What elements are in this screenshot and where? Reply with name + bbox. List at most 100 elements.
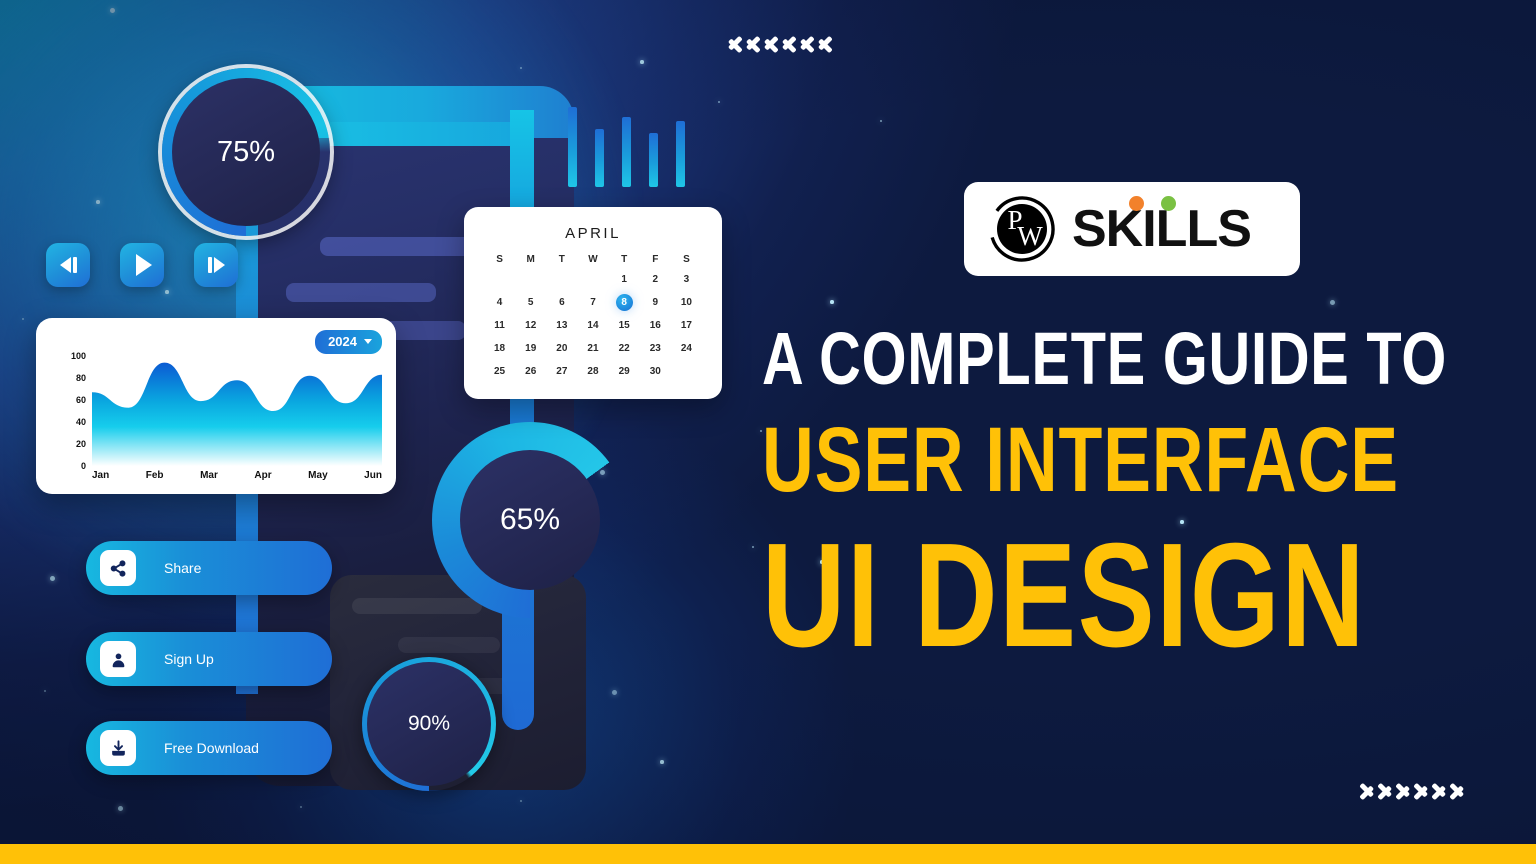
calendar-day-selected[interactable]: 8 [615,294,633,311]
calendar-grid: S M T W T F S 1 2 3 4 5 6 7 8 9 10 11 12 13 14 15 16 17 18 19 20 21… [484,254,702,380]
calendar-dow-label: T [621,254,628,265]
chart-y-tick-label: 0 [80,461,86,471]
chevron-left-decoration [736,27,844,57]
calendar-day[interactable]: 22 [609,340,640,357]
chart-y-tick-label: 80 [75,373,86,383]
calendar-day[interactable]: 14 [577,317,608,334]
calendar-day[interactable]: 1 [609,271,640,288]
accent-dot-orange [1129,196,1144,211]
chart-x-tick-label: Mar [200,470,218,481]
calendar-day[interactable]: 21 [577,340,608,357]
headline-line-3: UI DESIGN [762,513,1367,678]
chart-x-tick-label: May [308,470,328,481]
mini-bar-chart [568,107,685,187]
play-button[interactable] [120,243,164,287]
chevron-left-icon [826,27,848,57]
calendar-dow-label: S [683,254,690,265]
brand-wordmark-text: SKILLS [1072,200,1252,258]
calendar-day[interactable]: 13 [546,317,577,334]
sign-up-button-label: Sign Up [164,651,214,667]
sign-up-button[interactable]: Sign Up [86,632,332,686]
chart-y-tick-label: 60 [75,395,86,405]
calendar-day[interactable]: 23 [640,340,671,357]
calendar-dow-label: M [526,254,535,265]
year-dropdown[interactable]: 2024 [315,330,382,354]
mini-bar [595,129,604,187]
previous-button[interactable] [46,243,90,287]
mini-bar [622,117,631,187]
calendar-day[interactable]: 28 [577,363,608,380]
calendar-day[interactable]: 10 [671,294,702,311]
free-download-button[interactable]: Free Download [86,721,332,775]
pw-monogram-icon: P W [986,193,1058,265]
chart-x-tick-label: Jun [364,470,382,481]
mini-bar [649,133,658,187]
play-icon [133,254,152,276]
calendar-day[interactable]: 25 [484,363,515,380]
area-chart-svg [92,362,382,466]
headline-line-1: A COMPLETE GUIDE TO [762,317,1448,400]
calendar-day[interactable]: 4 [484,294,515,311]
chart-area-series [92,356,382,466]
chart-y-axis: 100 80 60 40 20 0 [56,351,86,471]
user-icon [100,641,136,677]
chart-y-tick-label: 40 [75,417,86,427]
calendar-day[interactable]: 18 [484,340,515,357]
calendar-day[interactable]: 9 [640,294,671,311]
progress-ring-90: 90% [362,657,496,791]
chevron-right-decoration [1356,774,1464,804]
calendar-day[interactable]: 19 [515,340,546,357]
free-download-button-label: Free Download [164,740,259,756]
calendar-day[interactable]: 12 [515,317,546,334]
placeholder-bar [286,283,436,302]
svg-text:W: W [1017,221,1043,251]
year-dropdown-label: 2024 [328,334,357,349]
progress-ring-90-label: 90% [367,662,491,786]
next-button[interactable] [194,243,238,287]
calendar-day[interactable]: 7 [577,294,608,311]
calendar-day[interactable]: 15 [609,317,640,334]
calendar-dow-label: F [652,254,659,265]
download-icon [100,730,136,766]
analytics-chart-card: 2024 100 80 60 40 20 0 Jan Feb Mar Apr M… [36,318,396,494]
chart-plot-area: 100 80 60 40 20 0 [56,351,382,471]
progress-ring-75: 75% [162,68,330,236]
calendar-blank-cell [577,271,608,288]
calendar-blank-cell [546,271,577,288]
progress-ring-65-label: 65% [460,450,600,590]
share-button-label: Share [164,560,202,576]
calendar-day[interactable]: 27 [546,363,577,380]
brand-wordmark: SKILLS [1072,196,1252,259]
calendar-day[interactable]: 16 [640,317,671,334]
accent-dot-green [1161,196,1176,211]
calendar-day[interactable]: 29 [609,363,640,380]
calendar-day[interactable]: 30 [640,363,671,380]
calendar-blank-cell [515,271,546,288]
chart-x-tick-label: Feb [145,470,164,481]
chart-x-tick-label: Apr [254,470,272,481]
brand-logo-badge: P W SKILLS [964,182,1300,276]
calendar-day[interactable]: 3 [671,271,702,288]
calendar-day[interactable]: 5 [515,294,546,311]
calendar-day[interactable]: 20 [546,340,577,357]
mini-bar [568,107,577,187]
chart-x-axis: Jan Feb Mar Apr May Jun [92,470,382,481]
skip-next-icon [207,257,225,273]
share-button[interactable]: Share [86,541,332,595]
calendar-widget[interactable]: APRIL S M T W T F S 1 2 3 4 5 6 7 8 9 10 11 12 13 14 15 16 17 18… [464,207,722,399]
poster-canvas: 65% 90% 75% 2024 100 80 60 40 20 0 Jan F… [0,0,1536,864]
calendar-dow-label: W [588,254,598,265]
mini-bar [676,121,685,187]
chevron-down-icon [364,339,372,344]
calendar-day[interactable]: 6 [546,294,577,311]
progress-ring-65: 65% [432,422,628,618]
calendar-day[interactable]: 2 [640,271,671,288]
headline-line-2: USER INTERFACE [762,409,1399,511]
calendar-day[interactable]: 24 [671,340,702,357]
calendar-day[interactable]: 17 [671,317,702,334]
calendar-day[interactable]: 11 [484,317,515,334]
progress-ring-75-label: 75% [172,78,320,226]
skip-previous-icon [59,257,77,273]
calendar-day[interactable]: 26 [515,363,546,380]
share-icon [100,550,136,586]
